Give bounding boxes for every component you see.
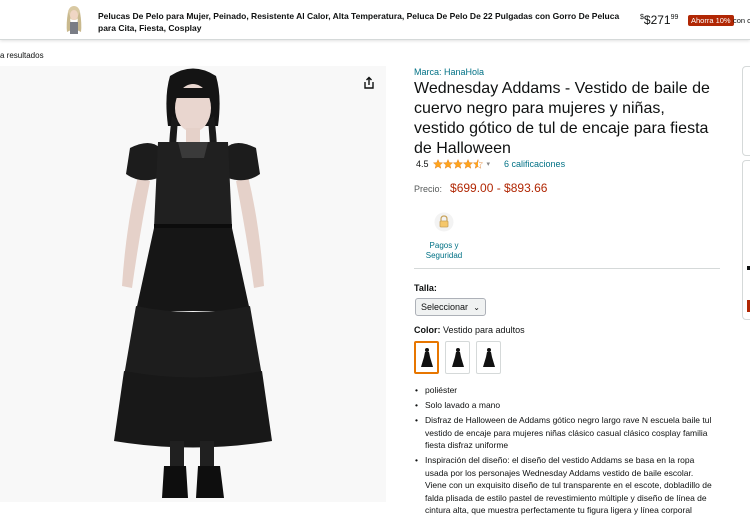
payments-label: Pagos y Seguridad [424,241,464,261]
size-select[interactable]: Seleccionar ⌄ [415,298,486,316]
price-range: $699.00 - $893.66 [450,181,548,195]
payments-security[interactable]: Pagos y Seguridad [424,212,464,261]
banner-title[interactable]: Pelucas De Pelo para Mujer, Peinado, Res… [98,10,628,34]
brand-link[interactable]: Marca: HanaHola [414,67,484,77]
color-swatch-3[interactable] [476,341,501,374]
dress-thumbnail-icon [420,347,433,367]
sponsored-banner[interactable]: Pelucas De Pelo para Mujer, Peinado, Res… [0,0,750,40]
feature-bullet: Disfraz de Halloween de Addams gótico ne… [415,414,715,452]
secure-payment-icon [434,212,454,232]
chevron-down-icon: ⌄ [473,302,480,312]
price-label: Precio: [414,184,443,194]
star-icon [452,159,463,169]
feature-bullet: poliéster [415,384,715,397]
buy-box-edge [742,66,750,156]
chevron-down-icon[interactable]: ▾ [487,160,491,168]
divider [414,268,720,269]
wig-product-thumbnail[interactable] [62,4,86,36]
color-swatch-2[interactable] [445,341,470,374]
product-main-image[interactable] [0,66,386,502]
rating-value: 4.5 [416,159,429,169]
banner-extra-text: con c [733,16,750,25]
color-value: Vestido para adultos [443,325,525,335]
dress-thumbnail-icon [451,347,464,367]
color-row: Color: Vestido para adultos [414,325,525,335]
discount-badge: Ahorra 10% [688,15,734,26]
dress-model-image [0,66,386,502]
ratings-count-link[interactable]: 6 calificaciones [504,159,565,169]
payments-label-line2: Seguridad [425,251,463,260]
star-icon [432,159,443,169]
share-icon[interactable] [362,76,376,90]
dress-thumbnail-icon [482,347,495,367]
buy-box-edge-2 [742,160,750,320]
color-swatches [414,341,507,374]
rating-stars[interactable] [432,159,483,169]
size-label: Talla: [414,283,437,293]
color-swatch-adult[interactable] [414,341,439,374]
feature-bullets: poliéster Solo lavado a mano Disfraz de … [415,384,715,519]
feature-bullet: Solo lavado a mano [415,399,715,412]
star-icon [462,159,473,169]
product-title: Wednesday Addams - Vestido de baile de c… [414,80,710,157]
payments-label-line1: Pagos y [429,241,459,250]
banner-price-main: $271 [643,13,671,27]
banner-price: $$27199 [640,13,678,27]
star-icon [442,159,453,169]
size-select-value: Seleccionar [421,302,469,312]
half-star-icon [472,159,483,169]
back-to-results-link[interactable]: a resultados [0,51,44,60]
price-row: Precio: $699.00 - $893.66 [414,181,547,195]
color-label: Color: [414,325,441,335]
rating-row[interactable]: 4.5 ▾ 6 calificaciones [416,159,565,169]
banner-price-cents: 99 [670,14,679,21]
feature-bullet: Inspiración del diseño: el diseño del ve… [415,454,715,517]
